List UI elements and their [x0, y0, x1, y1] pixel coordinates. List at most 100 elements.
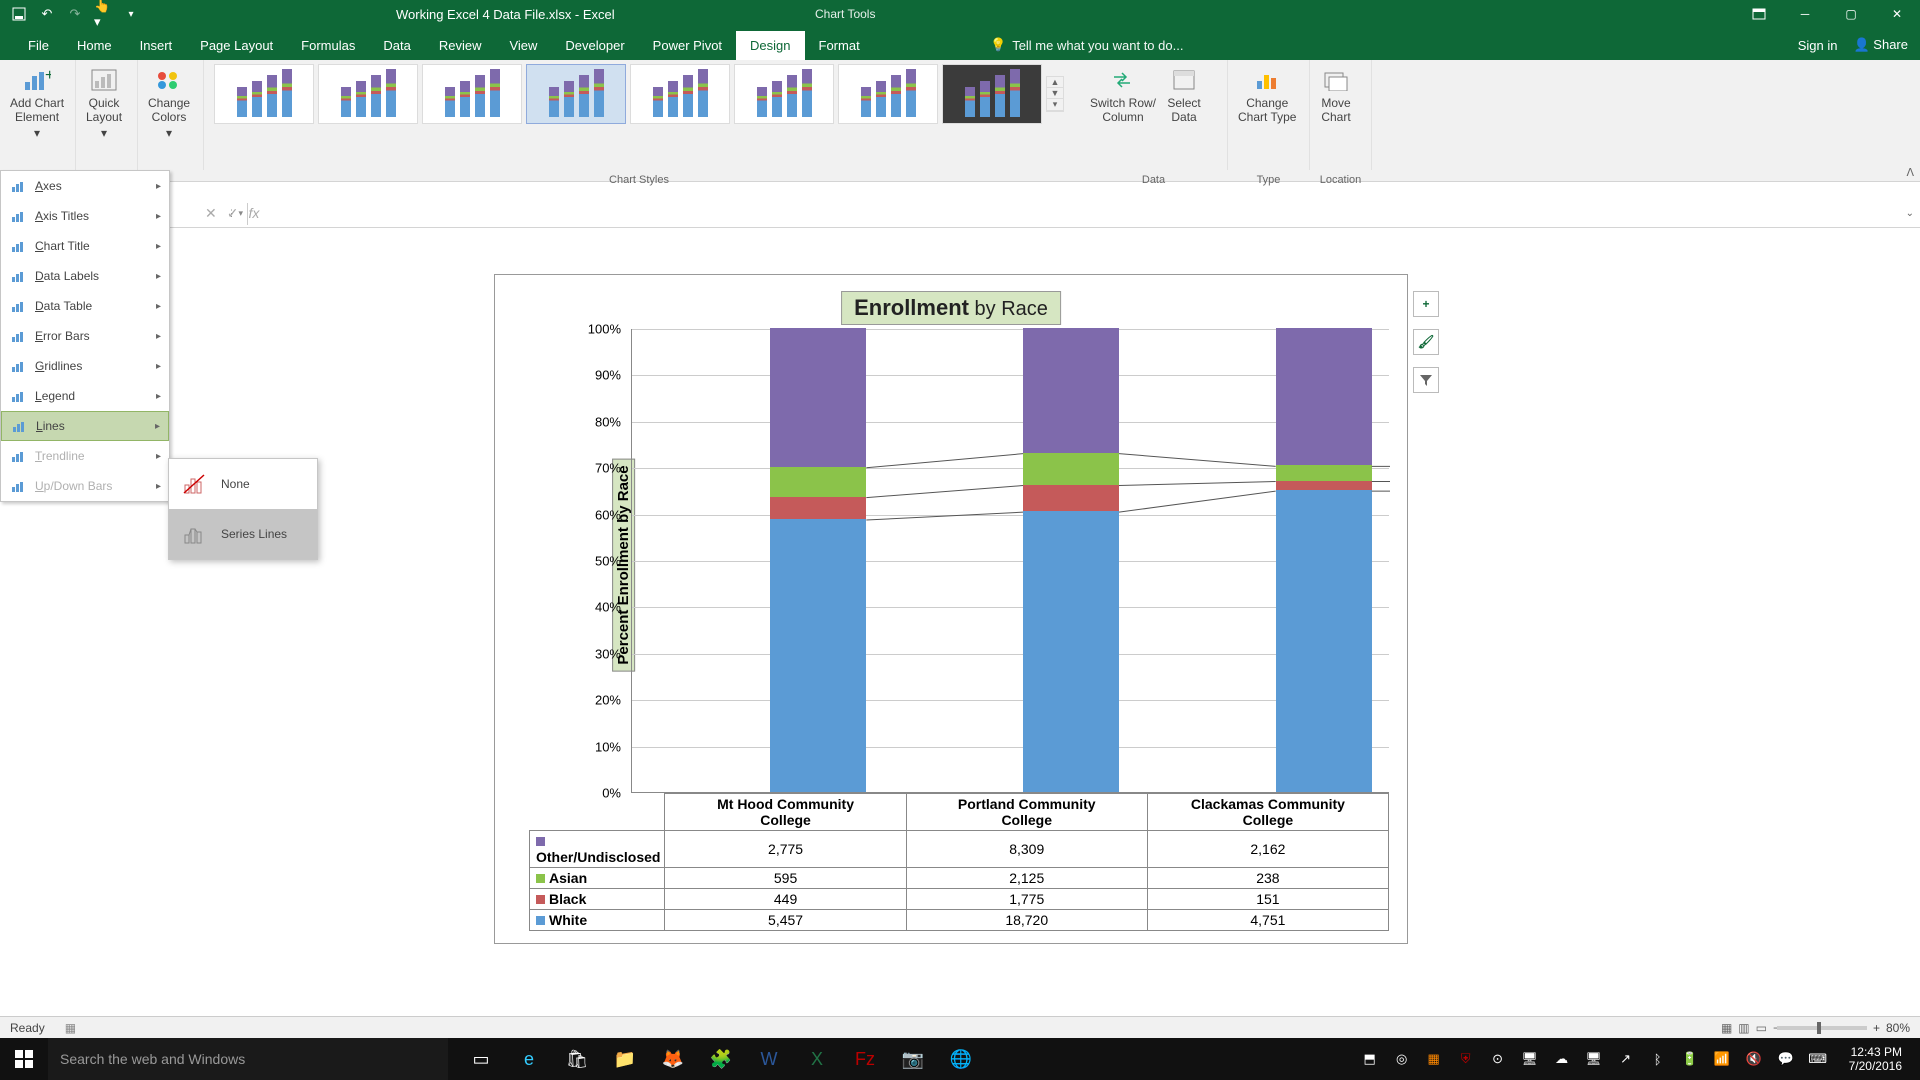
- chart-styles-gallery[interactable]: ▲▼▾: [204, 60, 1074, 124]
- taskbar-clock[interactable]: 12:43 PM7/20/2016: [1841, 1045, 1910, 1073]
- file-explorer-icon[interactable]: 📁: [604, 1038, 646, 1080]
- tab-insert[interactable]: Insert: [126, 31, 187, 60]
- tab-data[interactable]: Data: [369, 31, 424, 60]
- firefox-icon[interactable]: 🦊: [652, 1038, 694, 1080]
- chart-style-thumb[interactable]: [214, 64, 314, 124]
- chart-style-thumb[interactable]: [318, 64, 418, 124]
- tab-home[interactable]: Home: [63, 31, 126, 60]
- tray-icon[interactable]: ◎: [1393, 1050, 1411, 1068]
- lines-series-lines-option[interactable]: Series Lines: [169, 509, 317, 559]
- tray-icon[interactable]: ⊙: [1489, 1050, 1507, 1068]
- tray-icon[interactable]: 🖥: [1585, 1050, 1603, 1068]
- snagit-icon[interactable]: 📷: [892, 1038, 934, 1080]
- page-break-view-icon[interactable]: ▭: [1756, 1021, 1767, 1035]
- chart-style-thumb[interactable]: [942, 64, 1042, 124]
- chart-style-thumb[interactable]: [422, 64, 522, 124]
- excel-icon[interactable]: X: [796, 1038, 838, 1080]
- fx-icon[interactable]: fx: [248, 205, 259, 222]
- move-chart-button[interactable]: Move Chart: [1316, 64, 1356, 126]
- maximize-icon[interactable]: ▢: [1828, 0, 1874, 28]
- tab-power-pivot[interactable]: Power Pivot: [639, 31, 736, 60]
- chart-style-thumb[interactable]: [838, 64, 938, 124]
- start-button[interactable]: [0, 1038, 48, 1080]
- add-chart-element-button[interactable]: + Add Chart Element ▾: [6, 64, 68, 142]
- tab-view[interactable]: View: [495, 31, 551, 60]
- tab-review[interactable]: Review: [425, 31, 496, 60]
- tray-icon[interactable]: 🖥: [1521, 1050, 1539, 1068]
- app-icon-1[interactable]: 🧩: [700, 1038, 742, 1080]
- tab-file[interactable]: File: [14, 31, 63, 60]
- chart-element-axis-titles[interactable]: Axis Titles▸: [1, 201, 169, 231]
- select-data-button[interactable]: Select Data: [1163, 64, 1204, 126]
- tell-me-search[interactable]: 💡 Tell me what you want to do...: [990, 30, 1183, 60]
- expand-formula-bar-icon[interactable]: ⌄: [1906, 208, 1914, 219]
- tab-formulas[interactable]: Formulas: [287, 31, 369, 60]
- cancel-formula-icon[interactable]: ✕: [205, 205, 217, 222]
- style-gallery-scroll[interactable]: ▲▼▾: [1046, 76, 1064, 112]
- keyboard-icon[interactable]: ⌨: [1809, 1050, 1827, 1068]
- zoom-level[interactable]: 80%: [1886, 1021, 1910, 1035]
- collapse-ribbon-icon[interactable]: ᐱ: [1906, 166, 1914, 179]
- chart-styles-button[interactable]: 🖌: [1413, 329, 1439, 355]
- tray-icon[interactable]: ⛨: [1457, 1050, 1475, 1068]
- enter-formula-icon[interactable]: ✓: [227, 205, 239, 222]
- share-button[interactable]: 👤 Share: [1853, 37, 1908, 53]
- menu-item-icon: [9, 449, 27, 463]
- tray-icon[interactable]: ⬒: [1361, 1050, 1379, 1068]
- page-layout-view-icon[interactable]: ▥: [1738, 1021, 1749, 1035]
- switch-row-column-button[interactable]: Switch Row/ Column: [1086, 64, 1160, 126]
- tray-icon[interactable]: ▦: [1425, 1050, 1443, 1068]
- zoom-slider[interactable]: [1777, 1026, 1867, 1030]
- filezilla-icon[interactable]: Fz: [844, 1038, 886, 1080]
- sign-in-link[interactable]: Sign in: [1798, 38, 1838, 53]
- chart-element-chart-title[interactable]: Chart Title▸: [1, 231, 169, 261]
- tray-icon[interactable]: ☁: [1553, 1050, 1571, 1068]
- chart-element-axes[interactable]: Axes▸: [1, 171, 169, 201]
- zoom-in-icon[interactable]: +: [1873, 1021, 1880, 1035]
- chart-element-gridlines[interactable]: Gridlines▸: [1, 351, 169, 381]
- bluetooth-icon[interactable]: ᛒ: [1649, 1050, 1667, 1068]
- chart-element-lines[interactable]: Lines▸: [1, 411, 169, 441]
- macro-record-icon[interactable]: ▦: [65, 1021, 76, 1035]
- chart-filters-button[interactable]: [1413, 367, 1439, 393]
- qat-customize-icon[interactable]: ▾: [122, 5, 140, 23]
- chart-style-thumb[interactable]: [734, 64, 834, 124]
- chart-elements-button[interactable]: +: [1413, 291, 1439, 317]
- edge-icon[interactable]: e: [508, 1038, 550, 1080]
- chart-title[interactable]: Enrollment by Race: [841, 291, 1061, 325]
- close-icon[interactable]: ✕: [1874, 0, 1920, 28]
- redo-icon[interactable]: ↷: [66, 5, 84, 23]
- change-colors-button[interactable]: Change Colors ▾: [144, 64, 194, 142]
- normal-view-icon[interactable]: ▦: [1721, 1021, 1732, 1035]
- save-icon[interactable]: [10, 5, 28, 23]
- wifi-icon[interactable]: 📶: [1713, 1050, 1731, 1068]
- quick-layout-button[interactable]: Quick Layout ▾: [82, 64, 126, 142]
- tab-design[interactable]: Design: [736, 31, 804, 60]
- task-view-icon[interactable]: ▭: [460, 1038, 502, 1080]
- tab-format[interactable]: Format: [805, 31, 874, 60]
- action-center-icon[interactable]: 💬: [1777, 1050, 1795, 1068]
- minimize-icon[interactable]: ─: [1782, 0, 1828, 28]
- store-icon[interactable]: 🛍: [556, 1038, 598, 1080]
- tray-icon[interactable]: ↗: [1617, 1050, 1635, 1068]
- change-chart-type-button[interactable]: Change Chart Type: [1234, 64, 1300, 126]
- undo-icon[interactable]: ↶: [38, 5, 56, 23]
- chart-object[interactable]: Enrollment by Race + 🖌 Percent Enrollmen…: [494, 274, 1408, 944]
- lines-none-option[interactable]: None: [169, 459, 317, 509]
- tab-page-layout[interactable]: Page Layout: [186, 31, 287, 60]
- plot-area[interactable]: [631, 329, 1389, 793]
- ribbon-options-icon[interactable]: [1736, 0, 1782, 28]
- chrome-icon[interactable]: 🌐: [940, 1038, 982, 1080]
- chart-style-thumb[interactable]: [526, 64, 626, 124]
- volume-icon[interactable]: 🔇: [1745, 1050, 1763, 1068]
- chart-style-thumb[interactable]: [630, 64, 730, 124]
- battery-icon[interactable]: 🔋: [1681, 1050, 1699, 1068]
- word-icon[interactable]: W: [748, 1038, 790, 1080]
- chart-element-data-labels[interactable]: Data Labels▸: [1, 261, 169, 291]
- touch-mode-icon[interactable]: 👆▾: [94, 5, 112, 23]
- tab-developer[interactable]: Developer: [551, 31, 638, 60]
- chart-element-legend[interactable]: Legend▸: [1, 381, 169, 411]
- chart-element-error-bars[interactable]: Error Bars▸: [1, 321, 169, 351]
- chart-element-data-table[interactable]: Data Table▸: [1, 291, 169, 321]
- taskbar-search[interactable]: Search the web and Windows: [48, 1038, 448, 1080]
